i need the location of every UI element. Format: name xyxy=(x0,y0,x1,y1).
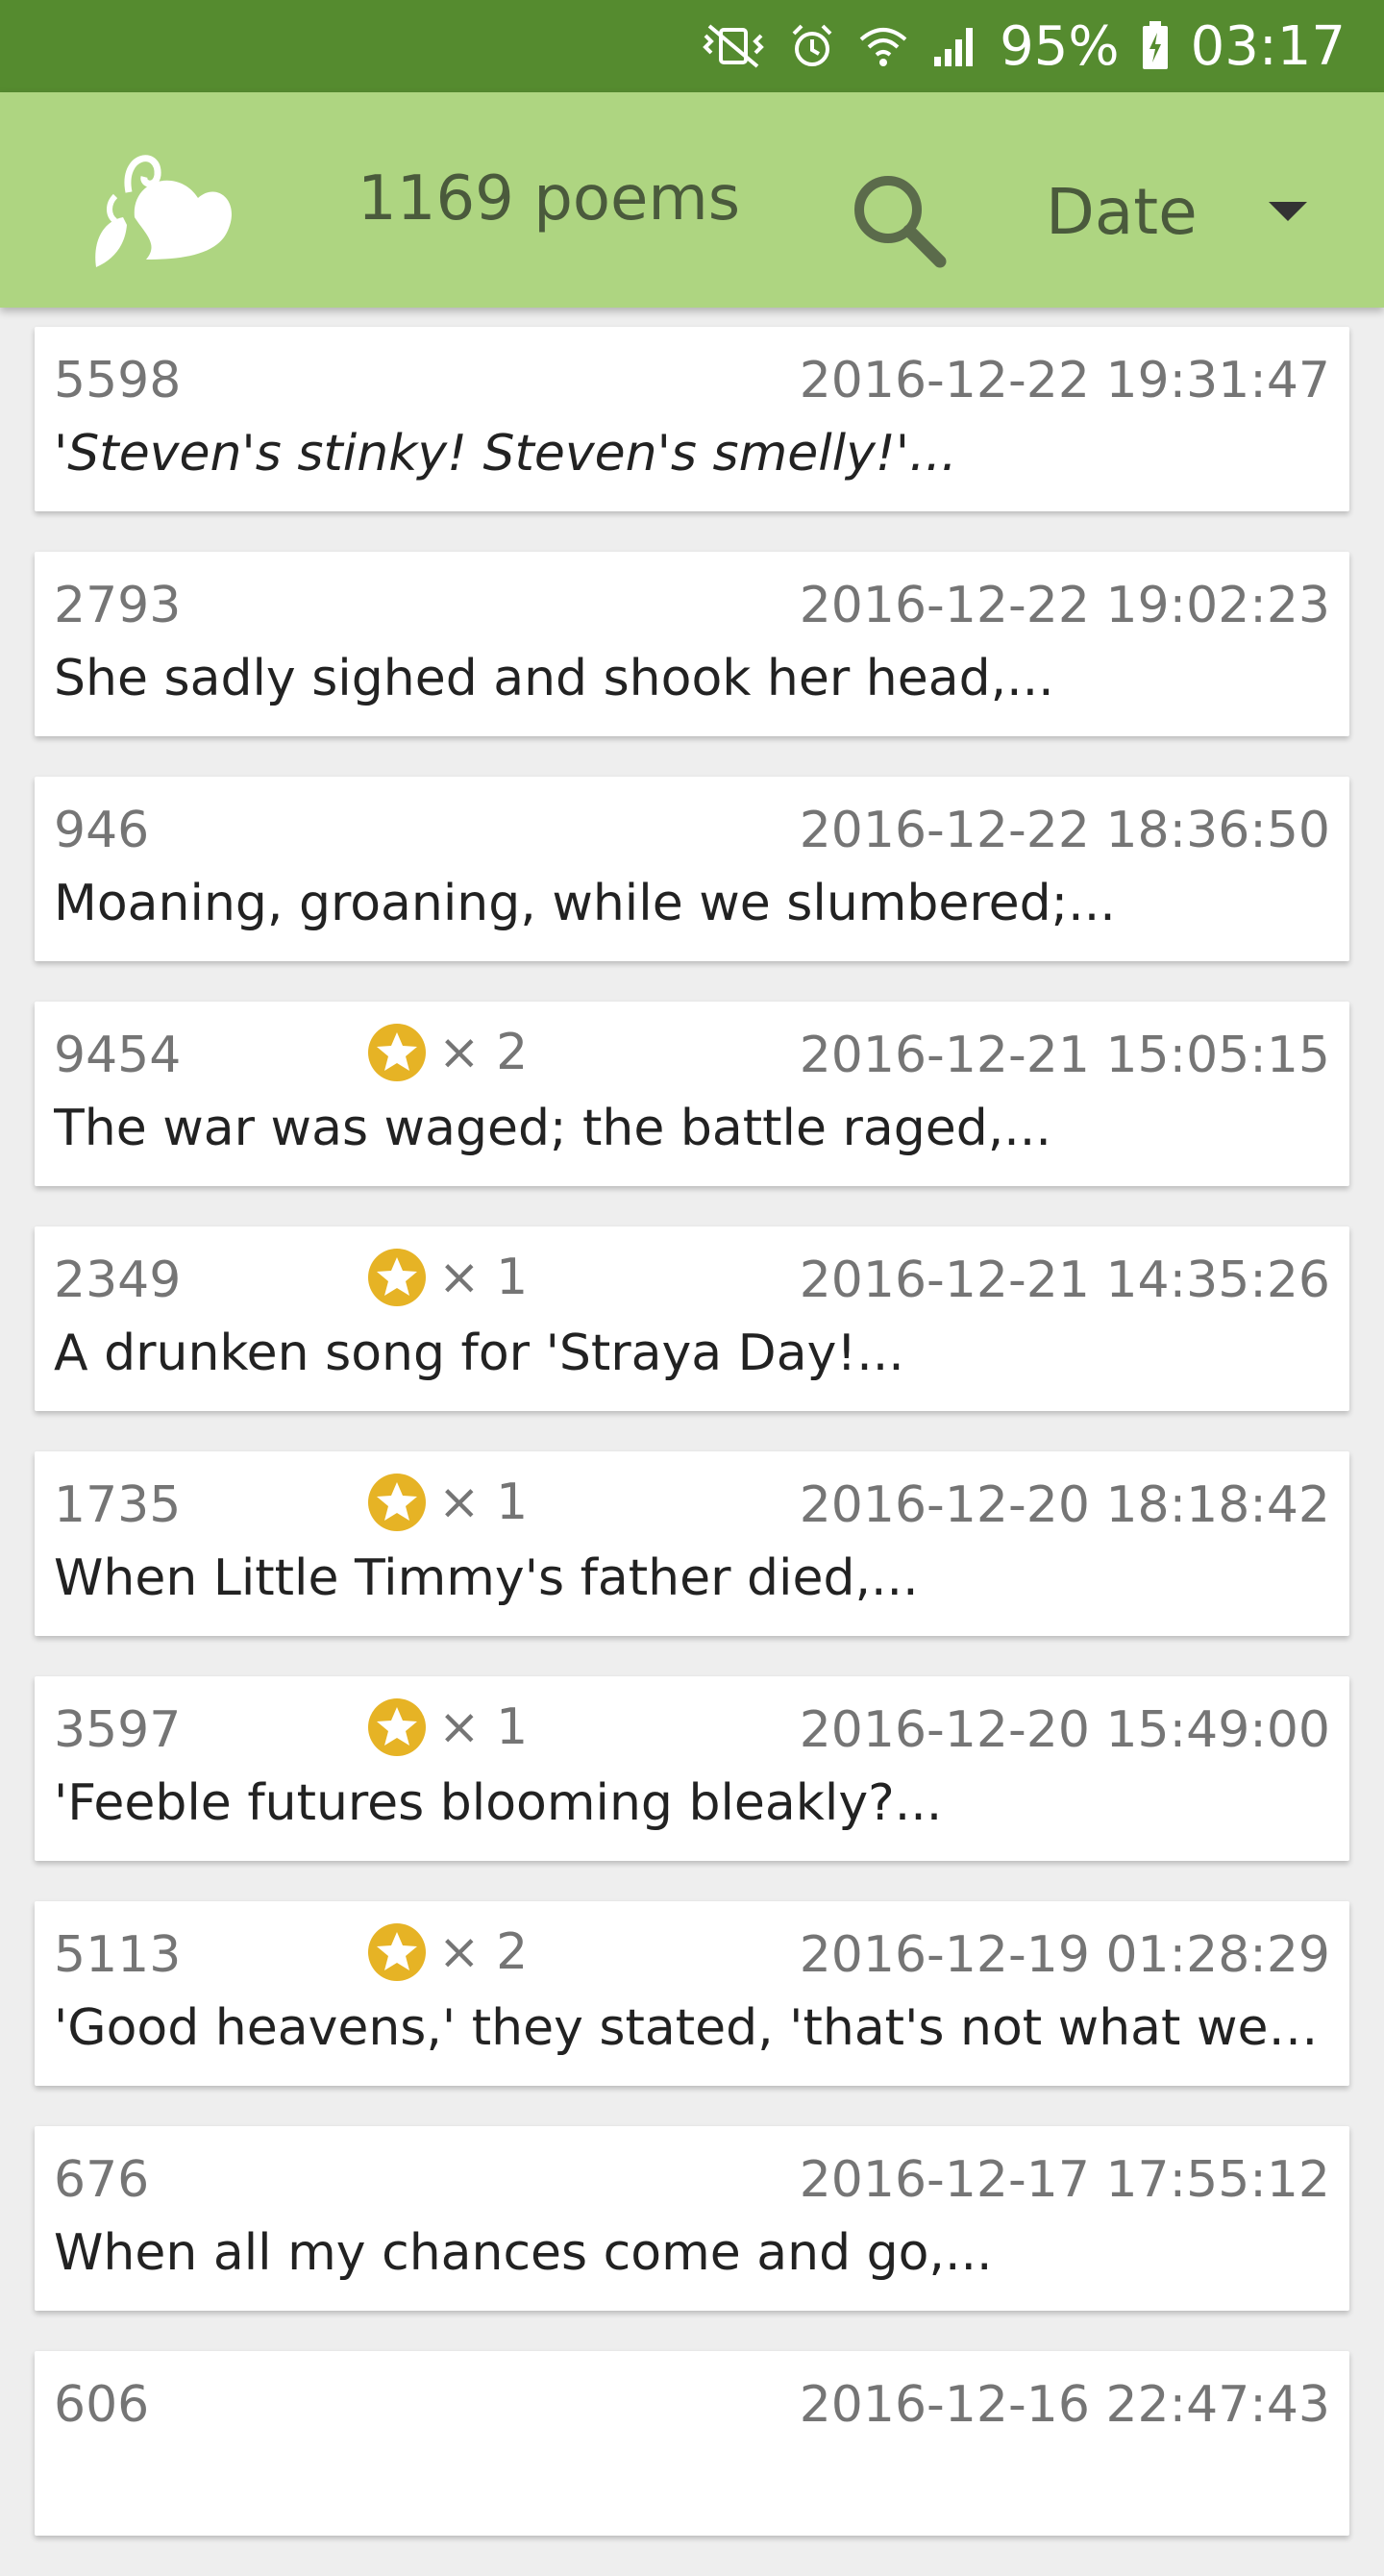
poem-id: 1735 xyxy=(54,1476,182,1534)
poem-list-item[interactable]: 5113 × 2 2016-12-19 01:28:29 'Good heavens,… xyxy=(35,1901,1349,2086)
star-badge-icon xyxy=(368,1698,426,1756)
poem-id: 5598 xyxy=(54,352,182,409)
poem-id: 9454 xyxy=(54,1027,182,1084)
poem-first-line: Moaning, groaning, while we slumbered;..… xyxy=(54,875,1116,932)
poem-list-item[interactable]: 1735 × 1 2016-12-20 18:18:42 When Little Ti… xyxy=(35,1451,1349,1636)
wifi-icon xyxy=(857,22,909,70)
poem-list-item[interactable]: 676 2016-12-17 17:55:12 When all my chance… xyxy=(35,2126,1349,2311)
poem-date: 2016-12-21 14:35:26 xyxy=(799,1251,1330,1309)
poem-rating: × 1 xyxy=(367,1473,528,1532)
star-count: × 1 xyxy=(438,1698,529,1756)
app-bar: 1169 poems Date xyxy=(0,92,1384,308)
poem-list-item[interactable]: 2349 × 1 2016-12-21 14:35:26 A drunken song… xyxy=(35,1226,1349,1411)
star-badge-icon xyxy=(368,1474,426,1531)
poem-date: 2016-12-20 18:18:42 xyxy=(799,1476,1330,1534)
poem-date: 2016-12-19 01:28:29 xyxy=(799,1926,1330,1984)
poem-list-item[interactable]: 2793 2016-12-22 19:02:23 She sadly sighed … xyxy=(35,552,1349,736)
poem-list[interactable]: 5598 2016-12-22 19:31:47 'Steven's stinky!… xyxy=(35,327,1349,2576)
vibrate-mute-icon xyxy=(700,22,767,70)
status-bar: 95% 03:17 xyxy=(0,0,1384,92)
star-badge-icon xyxy=(368,1249,426,1306)
poem-first-line: 'Good heavens,' they stated, 'that's not… xyxy=(54,1999,1332,2057)
poem-list-item[interactable]: 5598 2016-12-22 19:31:47 'Steven's stinky!… xyxy=(35,327,1349,511)
poem-date: 2016-12-21 15:05:15 xyxy=(799,1027,1330,1084)
poem-list-item[interactable]: 3597 × 1 2016-12-20 15:49:00 'Feeble future… xyxy=(35,1676,1349,1861)
poem-date: 2016-12-22 18:36:50 xyxy=(799,802,1330,859)
clock: 03:17 xyxy=(1190,14,1346,78)
poem-list-item[interactable]: 606 2016-12-16 22:47:43 xyxy=(35,2351,1349,2536)
sort-selected-value: Date xyxy=(1046,175,1198,249)
battery-percent: 95% xyxy=(1000,14,1120,78)
poem-id: 676 xyxy=(54,2151,150,2209)
poem-count-title: 1169 poems xyxy=(358,163,741,235)
alarm-icon xyxy=(788,22,836,70)
star-badge-icon xyxy=(368,1923,426,1981)
poem-rating: × 2 xyxy=(367,1922,528,1982)
dropdown-arrow-icon xyxy=(1269,202,1307,221)
poem-rating: × 1 xyxy=(367,1697,528,1757)
poem-first-line: The war was waged; the battle raged,... xyxy=(54,1100,1051,1157)
poem-first-line: When Little Timmy's father died,... xyxy=(54,1549,919,1607)
status-icons: 95% 03:17 xyxy=(700,0,1346,92)
search-icon xyxy=(854,176,947,268)
search-button[interactable] xyxy=(846,167,952,273)
star-badge-icon xyxy=(368,1024,426,1081)
poem-first-line: 'Steven's stinky! Steven's smelly!'... xyxy=(54,425,957,483)
poem-id: 946 xyxy=(54,802,150,859)
signal-icon xyxy=(930,22,978,70)
poem-date: 2016-12-20 15:49:00 xyxy=(799,1701,1330,1759)
poem-first-line: When all my chances come and go,... xyxy=(54,2224,993,2282)
poem-id: 2349 xyxy=(54,1251,182,1309)
leaf-heart-logo-icon xyxy=(54,125,246,279)
sort-dropdown[interactable]: Date xyxy=(1046,175,1353,252)
poem-id: 5113 xyxy=(54,1926,182,1984)
poem-id: 3597 xyxy=(54,1701,182,1759)
poem-rating: × 2 xyxy=(367,1023,528,1082)
poem-list-item[interactable]: 946 2016-12-22 18:36:50 Moaning, groaning,… xyxy=(35,777,1349,961)
star-count: × 1 xyxy=(438,1474,529,1531)
star-count: × 1 xyxy=(438,1249,529,1306)
poem-date: 2016-12-22 19:31:47 xyxy=(799,352,1330,409)
poem-list-item[interactable]: 9454 × 2 2016-12-21 15:05:15 The war was wa… xyxy=(35,1002,1349,1186)
poem-first-line: 'Feeble futures blooming bleakly?... xyxy=(54,1774,943,1832)
poem-date: 2016-12-22 19:02:23 xyxy=(799,577,1330,634)
star-count: × 2 xyxy=(438,1923,529,1981)
poem-id: 2793 xyxy=(54,577,182,634)
poem-first-line: A drunken song for 'Straya Day!... xyxy=(54,1325,904,1382)
poem-id: 606 xyxy=(54,2376,150,2434)
poem-first-line: She sadly sighed and shook her head,... xyxy=(54,650,1054,707)
poem-date: 2016-12-16 22:47:43 xyxy=(799,2376,1330,2434)
poem-date: 2016-12-17 17:55:12 xyxy=(799,2151,1330,2209)
star-count: × 2 xyxy=(438,1024,529,1081)
poem-rating: × 1 xyxy=(367,1248,528,1307)
battery-charging-icon xyxy=(1141,21,1170,71)
